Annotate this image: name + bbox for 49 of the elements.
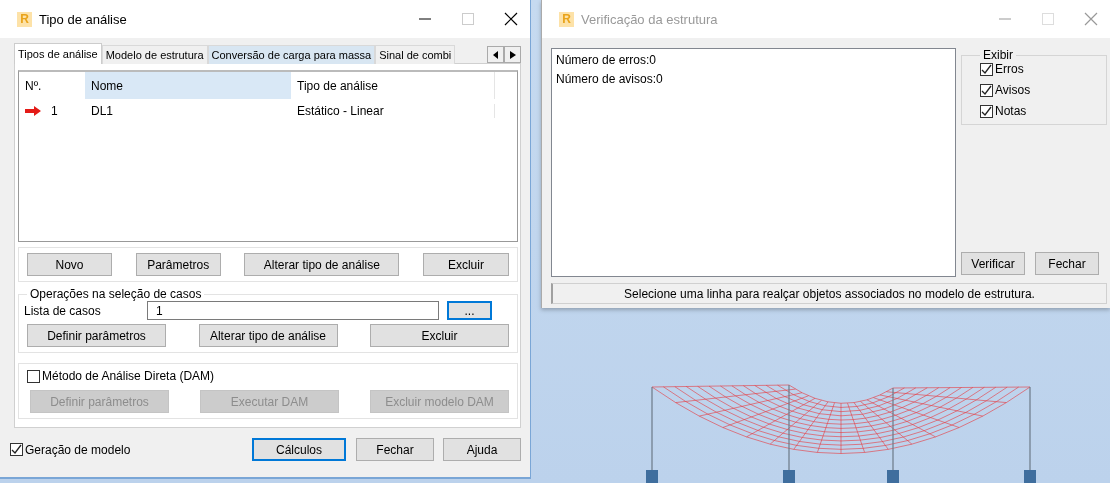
close-icon[interactable] <box>504 12 518 26</box>
group-title: Exibir <box>982 48 1014 62</box>
checkbox-label: Método de Análise Direta (DAM) <box>42 369 215 383</box>
checkbox-label: Notas <box>995 104 1027 118</box>
action-button[interactable]: Novo <box>27 253 112 276</box>
action-button[interactable]: Excluir <box>422 253 509 276</box>
dialog-button[interactable]: Fechar <box>356 438 434 461</box>
group-title: Operações na seleção de casos <box>29 287 203 301</box>
action-button[interactable]: Alterar tipo de análise <box>244 253 400 276</box>
right-arrow-icon <box>509 50 516 59</box>
action-button[interactable]: Definir parâmetros <box>27 324 166 347</box>
checkbox-label: Erros <box>995 62 1024 76</box>
dialog-button[interactable]: Fechar <box>1035 252 1099 275</box>
dialog-button[interactable]: Ajuda <box>443 438 521 461</box>
tab[interactable]: Conversão de carga para massa <box>207 45 376 64</box>
table-cell: 1 <box>51 104 58 118</box>
scroll-right-button[interactable] <box>504 46 521 63</box>
tab[interactable]: Modelo de estrutura <box>101 45 208 64</box>
column-header[interactable]: Nº. <box>19 72 85 99</box>
app-logo: R <box>559 11 574 27</box>
checkbox[interactable] <box>980 83 993 97</box>
action-button[interactable]: Parâmetros <box>135 253 221 276</box>
dialog-button[interactable]: Cálculos <box>252 438 346 461</box>
action-button[interactable]: Alterar tipo de análise <box>198 324 338 347</box>
window-title: Tipo de análise <box>39 11 128 27</box>
browse-button[interactable]: ... <box>447 301 492 320</box>
window-title: Verificação da estrutura <box>581 11 719 27</box>
checkbox[interactable] <box>27 369 40 383</box>
checkbox[interactable] <box>10 443 23 456</box>
message-line[interactable]: Número de erros:0 <box>556 53 951 67</box>
tab[interactable]: Tipos de análise <box>14 43 102 64</box>
checkbox[interactable] <box>980 104 993 118</box>
column-header[interactable]: Tipo de análise <box>291 72 495 99</box>
left-arrow-icon <box>492 50 499 59</box>
table-cell: Estático - Linear <box>291 104 495 118</box>
dialog-button[interactable]: Verificar <box>961 252 1025 275</box>
action-button[interactable]: Excluir <box>370 324 509 347</box>
column-header[interactable]: Nome <box>85 72 291 99</box>
app-logo: R <box>17 11 32 27</box>
case-list-field[interactable]: 1 <box>147 301 439 320</box>
table-cell-text: DL1 <box>90 104 114 118</box>
field-label: Lista de casos <box>24 303 102 318</box>
checkbox-label: Avisos <box>995 83 1031 97</box>
checkbox[interactable] <box>980 62 993 76</box>
scroll-left-button[interactable] <box>487 46 504 63</box>
tab[interactable]: Sinal de combi <box>375 45 456 64</box>
message-line[interactable]: Número de avisos:0 <box>556 72 951 86</box>
status-bar: Selecione uma linha para realçar objetos associados no modelo de estrutura. <box>551 283 1107 304</box>
checkbox-label: Geração de modelo <box>25 442 131 457</box>
